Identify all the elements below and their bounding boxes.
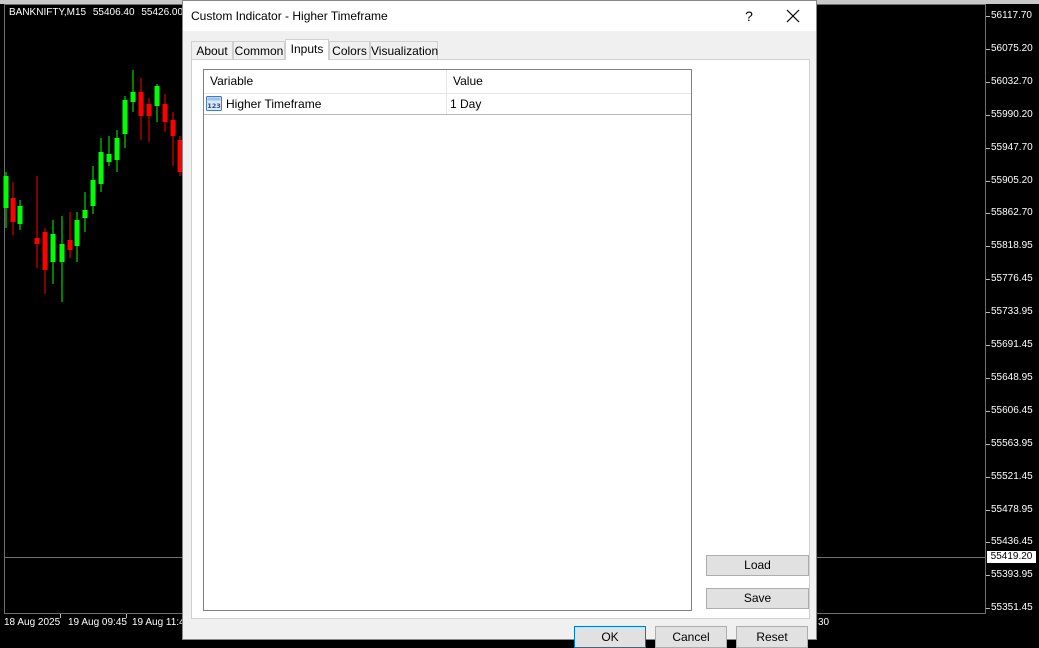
tab-common[interactable]: Common <box>233 41 285 59</box>
time-label: 18 Aug 2025 <box>4 617 61 628</box>
chart-ohlc-open: 55406.40 <box>92 7 135 18</box>
ok-button[interactable]: OK <box>574 626 646 648</box>
price-tick <box>986 279 990 280</box>
bull-candle <box>59 244 65 262</box>
price-level-label: 56075.20 <box>991 43 1033 54</box>
time-label: 30 <box>818 617 830 628</box>
save-button[interactable]: Save <box>706 588 809 609</box>
price-level-label: 56117.70 <box>991 10 1032 21</box>
price-level-label: 55733.95 <box>991 306 1033 317</box>
numeric-123-icon: 123 <box>206 96 222 111</box>
chart-ohlc-high: 55426.00 <box>141 7 184 18</box>
current-price-label: 55419.20 <box>987 551 1036 563</box>
table-row[interactable]: 123 Higher Timeframe 1 Day <box>204 94 691 115</box>
tab-colors[interactable]: Colors <box>329 41 370 59</box>
inputs-panel: Variable Value 123 Higher Timeframe 1 Da… <box>191 59 810 619</box>
price-tick <box>986 312 990 313</box>
bull-candle <box>17 206 23 224</box>
price-level-label: 55776.45 <box>991 273 1033 284</box>
price-level-label: 55990.20 <box>991 109 1033 120</box>
svg-text:123: 123 <box>207 102 221 110</box>
price-level-label: 55648.95 <box>991 372 1033 383</box>
time-label: 19 Aug 09:45 <box>68 617 127 628</box>
reset-button[interactable]: Reset <box>736 626 808 648</box>
chart-symbol: BANKNIFTY,M15 <box>9 7 87 18</box>
price-tick <box>986 49 990 50</box>
bear-candle <box>10 198 16 222</box>
variable-value[interactable]: 1 Day <box>450 94 481 114</box>
cancel-button[interactable]: Cancel <box>655 626 727 648</box>
close-button[interactable] <box>773 4 813 28</box>
price-tick <box>986 542 990 543</box>
price-tick <box>986 575 990 576</box>
price-tick <box>986 246 990 247</box>
price-level-label: 55563.95 <box>991 438 1033 449</box>
bull-candle <box>106 154 112 162</box>
dialog-titlebar[interactable]: Custom Indicator - Higher Timeframe ? <box>183 1 816 31</box>
grid-header: Variable Value <box>204 70 691 94</box>
bear-candle <box>42 232 48 270</box>
variable-name: Higher Timeframe <box>226 97 322 111</box>
bear-candle <box>138 92 144 116</box>
tab-inputs[interactable]: Inputs <box>285 39 329 60</box>
bull-candle <box>74 220 80 246</box>
time-label: 19 Aug 11:4 <box>132 617 185 628</box>
price-level-label: 55606.45 <box>991 405 1033 416</box>
load-button[interactable]: Load <box>706 555 809 576</box>
price-level-label: 55521.45 <box>991 471 1033 482</box>
bull-candle <box>82 210 88 218</box>
price-level-label: 55947.70 <box>991 142 1033 153</box>
price-level-label: 55691.45 <box>991 339 1033 350</box>
bull-candle <box>3 176 9 208</box>
tab-about[interactable]: About <box>191 41 233 59</box>
bull-candle <box>50 234 56 262</box>
price-tick <box>986 181 990 182</box>
bull-candle <box>122 100 128 134</box>
bear-candle <box>67 240 73 250</box>
price-tick <box>986 148 990 149</box>
price-tick <box>986 115 990 116</box>
bear-candle <box>170 120 176 136</box>
bull-candle <box>130 92 136 102</box>
price-level-label: 55436.45 <box>991 536 1033 547</box>
bear-candle <box>146 104 152 116</box>
price-level-label: 56032.70 <box>991 76 1033 87</box>
bull-candle <box>98 152 104 184</box>
price-tick <box>986 345 990 346</box>
bear-candle <box>34 238 40 244</box>
price-tick <box>986 477 990 478</box>
price-level-label: 55393.95 <box>991 569 1033 580</box>
column-header-variable[interactable]: Variable <box>204 70 446 93</box>
price-tick <box>986 510 990 511</box>
price-level-label: 55905.20 <box>991 175 1033 186</box>
price-level-label: 55862.70 <box>991 207 1033 218</box>
price-tick <box>986 444 990 445</box>
dialog-title: Custom Indicator - Higher Timeframe <box>191 9 388 23</box>
price-tick <box>986 213 990 214</box>
price-tick <box>986 411 990 412</box>
price-tick <box>986 16 990 17</box>
bear-candle <box>162 104 168 122</box>
help-button[interactable]: ? <box>729 4 769 28</box>
price-tick <box>986 82 990 83</box>
inputs-grid[interactable]: Variable Value 123 Higher Timeframe 1 Da… <box>203 69 692 611</box>
custom-indicator-dialog: Custom Indicator - Higher Timeframe ? Ab… <box>182 0 817 648</box>
price-level-label: 55351.45 <box>991 602 1033 613</box>
column-header-value[interactable]: Value <box>447 70 691 93</box>
candlestick-series <box>3 70 182 302</box>
bull-candle <box>90 180 96 206</box>
bull-candle <box>114 138 120 160</box>
bull-candle <box>154 86 160 106</box>
chart-symbol-header: BANKNIFTY,M15 55406.40 55426.00 55 <box>9 7 205 18</box>
tab-visualization[interactable]: Visualization <box>370 41 438 59</box>
price-tick <box>986 608 990 609</box>
price-tick <box>986 378 990 379</box>
price-level-label: 55478.95 <box>991 504 1033 515</box>
price-axis[interactable]: 55419.20 56117.70 56075.20 56032.70 55990.2… <box>986 0 1039 636</box>
price-level-label: 55818.95 <box>991 240 1033 251</box>
close-icon <box>786 9 800 23</box>
